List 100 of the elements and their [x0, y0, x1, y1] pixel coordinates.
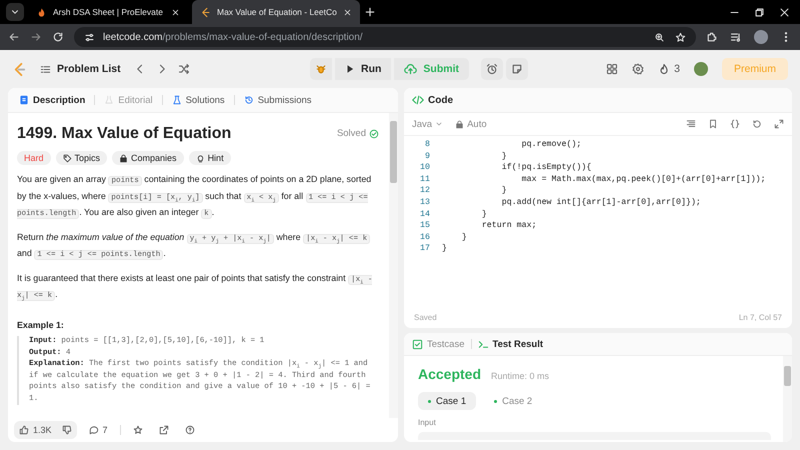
expand-icon[interactable] [774, 119, 784, 129]
external-link-icon [158, 425, 169, 435]
tag-button[interactable]: Companies [112, 151, 184, 165]
example-heading: Example 1: [17, 318, 65, 332]
note-icon [511, 63, 524, 75]
play-icon [345, 64, 355, 74]
browser-tab[interactable]: Max Value of Equation - LeetCo [192, 0, 360, 24]
line-number: 11 [419, 174, 431, 186]
difficulty-badge: Hard [17, 151, 51, 165]
chevron-down-icon [435, 120, 444, 128]
code-line: return max; [480, 220, 537, 232]
flame-icon [36, 6, 47, 18]
browser-tab[interactable]: Arsh DSA Sheet | ProElevate [28, 0, 188, 24]
close-icon[interactable] [342, 8, 352, 16]
panel-tab[interactable]: Solutions [168, 92, 228, 108]
scrollbar[interactable] [783, 356, 792, 442]
star-icon[interactable] [675, 32, 686, 42]
restore-icon[interactable] [754, 6, 765, 18]
code-line: if(!pq.isEmpty()){ [500, 162, 592, 174]
reload-icon[interactable] [52, 31, 64, 43]
history-icon [244, 95, 254, 105]
layout-grid-icon[interactable] [606, 63, 618, 75]
problem-title: 1499. Max Value of Equation [17, 124, 232, 144]
line-number: 13 [419, 196, 431, 209]
thumbs-down-icon [62, 425, 72, 435]
code-line: pq.remove(); [520, 139, 582, 151]
check-circle-icon [369, 129, 379, 139]
input-label: Input [418, 418, 437, 427]
address-bar[interactable]: leetcode.com/problems/max-value-of-equation/description/ [74, 27, 696, 47]
lock-icon [119, 154, 128, 162]
code-line: } [460, 232, 467, 244]
braces-icon[interactable] [730, 119, 740, 129]
alarm-clock-icon [486, 63, 498, 75]
format-icon[interactable] [686, 119, 696, 129]
cursor-position: Ln 7, Col 57 [738, 313, 782, 322]
star-icon [132, 425, 143, 435]
line-number: 12 [419, 185, 431, 197]
tag-button[interactable]: Hint [188, 151, 231, 165]
extensions-icon[interactable] [706, 31, 718, 43]
code-line: max = Math.max(max,pq.peek()[0]+(arr[0]+arr[1])); [520, 174, 766, 186]
cloud-upload-icon [404, 62, 418, 76]
verdict-text: Accepted [418, 366, 482, 382]
tag-button[interactable]: Topics [56, 151, 108, 165]
list-icon [40, 64, 51, 74]
code-line: } [442, 243, 447, 255]
solved-status: Solved [336, 123, 379, 145]
close-icon[interactable] [171, 8, 180, 16]
flame-icon [658, 63, 670, 75]
lock-icon [455, 120, 464, 128]
problem-list-button[interactable]: Problem List [37, 60, 124, 78]
code-icon [412, 94, 424, 106]
profile-avatar[interactable] [754, 30, 768, 44]
line-number: 17 [419, 243, 431, 255]
shuffle-icon[interactable] [178, 63, 190, 75]
back-arrow-icon[interactable] [8, 31, 20, 43]
line-number: 9 [424, 150, 431, 162]
bug-icon [315, 63, 327, 75]
code-line: } [500, 185, 507, 197]
tab-search-button[interactable] [6, 3, 24, 21]
code-line: pq.add(new int[]{arr[1]-arr[0],arr[0]}); [500, 196, 701, 209]
lightbulb-icon [196, 154, 205, 162]
settings-icon[interactable] [632, 63, 644, 75]
streak-counter[interactable]: 3 [658, 63, 680, 75]
document-icon [19, 95, 29, 105]
forward-arrow-icon[interactable] [30, 31, 42, 43]
runtime-text: Runtime: 0 ms [491, 371, 550, 381]
beaker-icon [172, 95, 182, 105]
line-number: 15 [419, 220, 431, 232]
comments-button[interactable]: 7 [84, 425, 112, 435]
save-status: Saved [414, 313, 437, 322]
flask-icon [104, 95, 114, 105]
like-button[interactable]: 1.3K [14, 425, 57, 435]
panel-tab[interactable]: Submissions [240, 92, 315, 108]
case-tab[interactable]: Case 1 [418, 392, 476, 410]
checkbox-icon [412, 338, 423, 350]
zoom-icon[interactable] [654, 32, 665, 42]
run-button[interactable]: Run [335, 58, 392, 80]
scrollbar[interactable] [389, 113, 398, 418]
bookmark-icon[interactable] [708, 119, 718, 129]
new-tab-icon[interactable] [364, 6, 376, 18]
close-icon[interactable] [779, 6, 790, 18]
line-number: 8 [424, 139, 431, 151]
thumbs-up-icon [19, 425, 29, 435]
code-line: } [480, 208, 487, 220]
code-line: } [500, 150, 507, 162]
line-number: 10 [419, 162, 431, 174]
timer-button[interactable] [481, 58, 504, 80]
panel-tab[interactable]: Test Result [478, 338, 544, 350]
line-number: 14 [419, 208, 431, 220]
media-icon[interactable] [730, 31, 742, 43]
debug-button[interactable] [310, 58, 332, 80]
line-number: 16 [419, 232, 431, 244]
notes-button[interactable] [506, 58, 528, 80]
tag-icon [62, 154, 72, 162]
help-icon [184, 425, 195, 435]
terminal-icon [478, 338, 488, 350]
reset-icon[interactable] [752, 119, 762, 129]
user-avatar[interactable] [694, 62, 708, 76]
panel-tab[interactable]: Description [16, 92, 88, 108]
site-settings-icon[interactable] [84, 32, 95, 42]
